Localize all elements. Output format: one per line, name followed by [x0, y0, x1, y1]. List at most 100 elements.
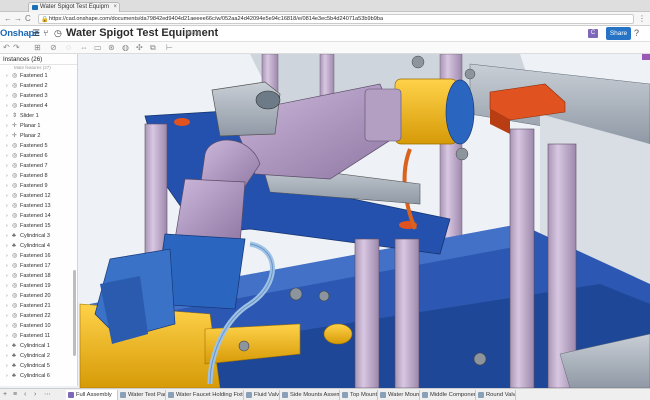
share-button[interactable]: Share: [606, 27, 631, 40]
expand-arrow-icon[interactable]: ›: [6, 121, 8, 131]
mate-feature-item[interactable]: › ◎ Fastened 19: [0, 281, 77, 291]
history-icon[interactable]: ◷: [54, 28, 62, 39]
expand-arrow-icon[interactable]: ›: [6, 81, 8, 91]
mate-feature-item[interactable]: › ✛ Planar 1: [0, 121, 77, 131]
mate-connector-icon[interactable]: ✣: [136, 43, 143, 53]
insert-icon[interactable]: ⊞: [34, 43, 41, 53]
mate-feature-item[interactable]: › ◎ Fastened 5: [0, 141, 77, 151]
hamburger-menu-icon[interactable]: ☰: [32, 28, 40, 39]
expand-arrow-icon[interactable]: ›: [6, 311, 8, 321]
fastened-mate-icon[interactable]: ⊘: [50, 43, 57, 53]
ball-mate-icon[interactable]: ◍: [122, 43, 129, 53]
mate-feature-item[interactable]: › ⇕ Slider 1: [0, 111, 77, 121]
redo-icon[interactable]: ↷: [13, 43, 20, 53]
back-icon[interactable]: ←: [4, 14, 12, 23]
mate-feature-item[interactable]: › ◎ Fastened 13: [0, 201, 77, 211]
mate-feature-item[interactable]: › ◎ Fastened 14: [0, 211, 77, 221]
expand-arrow-icon[interactable]: ›: [6, 361, 8, 371]
expand-arrow-icon[interactable]: ›: [6, 281, 8, 291]
expand-arrow-icon[interactable]: ›: [6, 231, 8, 241]
mate-feature-item[interactable]: › ◎ Fastened 22: [0, 311, 77, 321]
expand-arrow-icon[interactable]: ›: [6, 301, 8, 311]
tab-side-mounts-assembly[interactable]: Side Mounts Assembly: [280, 390, 340, 400]
instances-header[interactable]: Instances (26): [0, 54, 77, 65]
mate-feature-item[interactable]: › ◎ Fastened 7: [0, 161, 77, 171]
tab-middle-components[interactable]: Middle Components: [420, 390, 476, 400]
expand-arrow-icon[interactable]: ›: [6, 371, 8, 381]
mate-feature-item[interactable]: › ◎ Fastened 8: [0, 171, 77, 181]
mate-feature-item[interactable]: › ◎ Fastened 12: [0, 191, 77, 201]
expand-arrow-icon[interactable]: ›: [6, 181, 8, 191]
expand-arrow-icon[interactable]: ›: [6, 131, 8, 141]
tab-overflow-icon[interactable]: ⋯: [44, 390, 51, 400]
mate-feature-item[interactable]: › ◎ Fastened 18: [0, 271, 77, 281]
graphics-viewport[interactable]: [0, 54, 650, 388]
expand-arrow-icon[interactable]: ›: [6, 161, 8, 171]
tab-full-assembly[interactable]: Full Assembly: [66, 390, 118, 400]
browser-tab[interactable]: Water Spigot Test Equipm ×: [28, 2, 120, 12]
expand-arrow-icon[interactable]: ›: [6, 251, 8, 261]
expand-arrow-icon[interactable]: ›: [6, 221, 8, 231]
mate-feature-item[interactable]: › ◎ Fastened 16: [0, 251, 77, 261]
expand-arrow-icon[interactable]: ›: [6, 321, 8, 331]
tab-fluid-valve[interactable]: Fluid Valve: [244, 390, 280, 400]
mate-feature-item[interactable]: › ◎ Fastened 9: [0, 181, 77, 191]
add-tab-icon[interactable]: +: [3, 390, 7, 400]
revolute-mate-icon[interactable]: ◌: [66, 43, 71, 53]
tab-top-mounts[interactable]: Top Mounts: [340, 390, 378, 400]
expand-arrow-icon[interactable]: ›: [6, 341, 8, 351]
mate-feature-item[interactable]: › ♣ Cylindrical 2: [0, 351, 77, 361]
tab-water-faucet-holding-fixture[interactable]: Water Faucet Holding Fixture: [166, 390, 244, 400]
mate-feature-item[interactable]: › ◎ Fastened 3: [0, 91, 77, 101]
help-icon[interactable]: ?: [634, 28, 639, 38]
forward-icon[interactable]: →: [14, 14, 22, 23]
expand-arrow-icon[interactable]: ›: [6, 101, 8, 111]
expand-arrow-icon[interactable]: ›: [6, 211, 8, 221]
mate-feature-item[interactable]: › ◎ Fastened 6: [0, 151, 77, 161]
expand-arrow-icon[interactable]: ›: [6, 71, 8, 81]
undo-icon[interactable]: ↶: [3, 43, 10, 53]
mate-feature-item[interactable]: › ♣ Cylindrical 5: [0, 361, 77, 371]
close-tab-icon[interactable]: ×: [113, 3, 117, 12]
tab-scroll-right-icon[interactable]: ›: [34, 390, 36, 400]
expand-arrow-icon[interactable]: ›: [6, 271, 8, 281]
cylindrical-mate-icon[interactable]: ⊛: [108, 43, 115, 53]
tab-water-mount[interactable]: Water Mount: [378, 390, 420, 400]
expand-arrow-icon[interactable]: ›: [6, 191, 8, 201]
mate-feature-item[interactable]: › ♣ Cylindrical 4: [0, 241, 77, 251]
mate-feature-item[interactable]: › ◎ Fastened 2: [0, 81, 77, 91]
mate-feature-item[interactable]: › ♣ Cylindrical 6: [0, 371, 77, 381]
browser-menu-icon[interactable]: ⋮: [638, 14, 646, 23]
mate-feature-item[interactable]: › ◎ Fastened 4: [0, 101, 77, 111]
user-avatar[interactable]: C: [588, 29, 598, 38]
instances-scrollbar[interactable]: [73, 270, 76, 356]
mate-feature-item[interactable]: › ♣ Cylindrical 3: [0, 231, 77, 241]
mate-feature-item[interactable]: › ◎ Fastened 17: [0, 261, 77, 271]
mate-feature-item[interactable]: › ♣ Cylindrical 1: [0, 341, 77, 351]
workspace-name[interactable]: Main: [186, 30, 201, 37]
mate-feature-item[interactable]: › ◎ Fastened 20: [0, 291, 77, 301]
expand-arrow-icon[interactable]: ›: [6, 151, 8, 161]
url-bar[interactable]: 🔒 https://cad.onshape.com/documents/da79…: [38, 14, 634, 24]
view-cube-marker[interactable]: [642, 54, 650, 60]
expand-arrow-icon[interactable]: ›: [6, 351, 8, 361]
expand-arrow-icon[interactable]: ›: [6, 331, 8, 341]
expand-arrow-icon[interactable]: ›: [6, 201, 8, 211]
versions-icon[interactable]: ⑂: [43, 28, 48, 39]
group-icon[interactable]: ⧉: [150, 43, 156, 53]
tab-list-icon[interactable]: ≡: [13, 390, 17, 400]
tab-round-valv[interactable]: Round Valv: [476, 390, 516, 400]
tab-water-test-parts[interactable]: Water Test Parts: [118, 390, 166, 400]
mate-feature-item[interactable]: › ◎ Fastened 1: [0, 71, 77, 81]
expand-arrow-icon[interactable]: ›: [6, 171, 8, 181]
mate-feature-item[interactable]: › ◎ Fastened 15: [0, 221, 77, 231]
mate-feature-item[interactable]: › ◎ Fastened 10: [0, 321, 77, 331]
planar-mate-icon[interactable]: ▭: [94, 43, 102, 53]
mate-feature-item[interactable]: › ◎ Fastened 11: [0, 331, 77, 341]
slider-mate-icon[interactable]: ⇔: [80, 43, 88, 53]
mate-feature-item[interactable]: › ◎ Fastened 21: [0, 301, 77, 311]
expand-arrow-icon[interactable]: ›: [6, 141, 8, 151]
tab-scroll-left-icon[interactable]: ‹: [24, 390, 26, 400]
reload-icon[interactable]: C: [25, 14, 31, 23]
expand-arrow-icon[interactable]: ›: [6, 91, 8, 101]
